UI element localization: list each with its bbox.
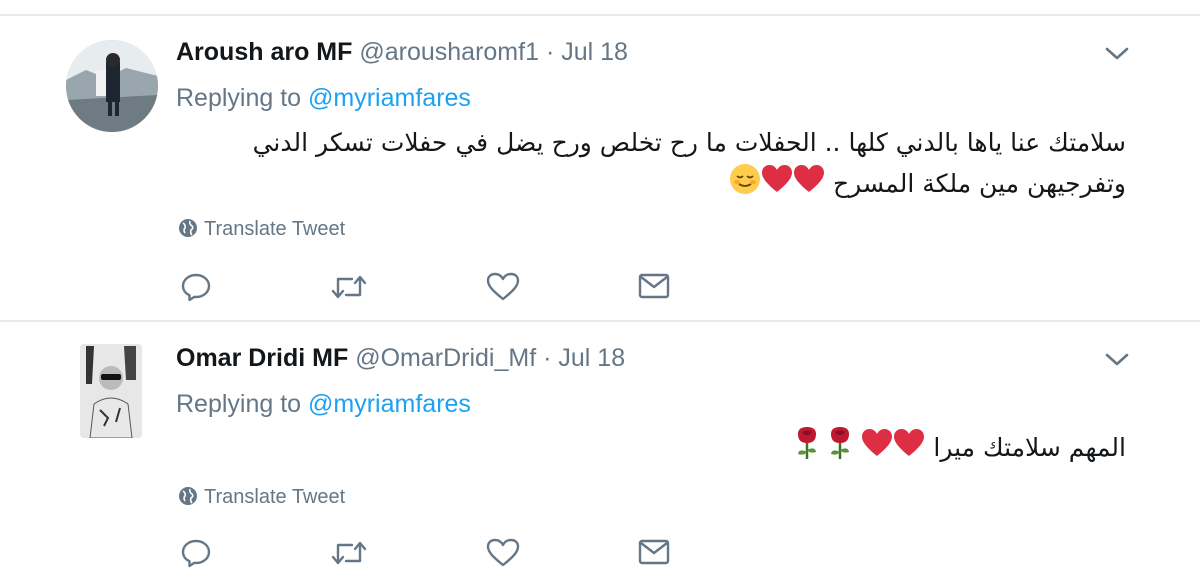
replying-prefix: Replying to — [176, 390, 302, 418]
separator: · — [545, 38, 555, 66]
globe-icon — [178, 218, 198, 244]
tweet-text-line-2: وتفرجيهن مين ملكة المسرح — [186, 163, 1126, 207]
tweet-text: المهم سلامتك ميرا — [186, 426, 1126, 472]
chevron-down-icon[interactable] — [1104, 46, 1130, 67]
user-handle[interactable]: @OmarDridi_Mf — [355, 344, 536, 372]
relieved-face-icon — [729, 163, 761, 207]
tweet[interactable]: Aroush aro MF @arousharomf1 · Jul 18 Rep… — [0, 16, 1200, 321]
tweet-text: سلامتك عنا ياها بالدني كلها .. الحفلات م… — [186, 122, 1126, 207]
display-name[interactable]: Aroush aro MF — [176, 38, 352, 66]
tweet[interactable]: Omar Dridi MF @OmarDridi_Mf · Jul 18 Rep… — [0, 322, 1200, 581]
avatar[interactable] — [80, 344, 142, 438]
replying-to: Replying to @myriamfares — [176, 390, 471, 419]
separator: · — [543, 344, 552, 372]
reply-icon[interactable] — [180, 272, 212, 307]
heart-icon[interactable] — [486, 272, 520, 307]
translate-tweet[interactable]: Translate Tweet — [178, 486, 345, 512]
retweet-icon[interactable] — [330, 538, 368, 573]
translate-label[interactable]: Translate Tweet — [204, 218, 345, 240]
replying-to: Replying to @myriamfares — [176, 84, 471, 113]
translate-tweet[interactable]: Translate Tweet — [178, 218, 345, 244]
tweet-text-segment: المهم سلامتك ميرا — [933, 433, 1126, 462]
avatar[interactable] — [66, 40, 158, 132]
tweet-header: Aroush aro MF @arousharomf1 · Jul 18 — [176, 38, 628, 67]
tweet-date[interactable]: Jul 18 — [558, 344, 625, 372]
red-heart-icon — [793, 164, 825, 206]
retweet-icon[interactable] — [330, 272, 368, 307]
user-handle[interactable]: @arousharomf1 — [359, 38, 539, 66]
translate-label[interactable]: Translate Tweet — [204, 486, 345, 508]
tweet-text-segment: وتفرجيهن مين ملكة المسرح — [833, 169, 1126, 198]
mention-link[interactable]: @myriamfares — [308, 390, 471, 418]
reply-icon[interactable] — [180, 538, 212, 573]
rose-icon — [794, 426, 820, 472]
chevron-down-icon[interactable] — [1104, 352, 1130, 373]
rose-icon — [827, 426, 853, 472]
heart-icon[interactable] — [486, 538, 520, 573]
replying-prefix: Replying to — [176, 84, 302, 112]
red-heart-icon — [861, 428, 893, 470]
tweet-header: Omar Dridi MF @OmarDridi_Mf · Jul 18 — [176, 344, 625, 373]
globe-icon — [178, 486, 198, 512]
tweet-date[interactable]: Jul 18 — [561, 38, 628, 66]
display-name[interactable]: Omar Dridi MF — [176, 344, 348, 372]
red-heart-icon — [761, 164, 793, 206]
tweet-text-line: سلامتك عنا ياها بالدني كلها .. الحفلات م… — [252, 128, 1126, 157]
mention-link[interactable]: @myriamfares — [308, 84, 471, 112]
mail-icon[interactable] — [638, 272, 670, 305]
mail-icon[interactable] — [638, 538, 670, 571]
red-heart-icon — [893, 428, 925, 470]
